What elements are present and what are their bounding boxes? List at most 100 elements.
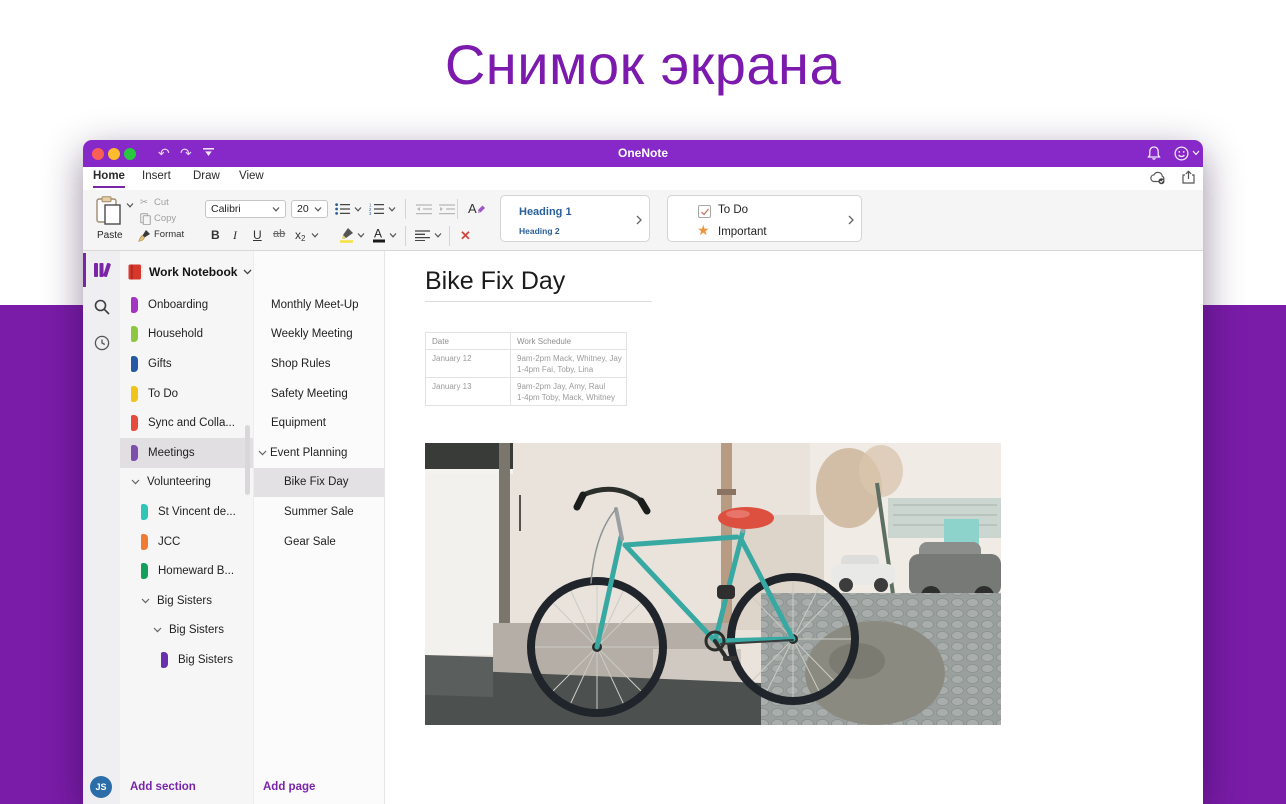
page-item-monthly-meet-up[interactable]: Monthly Meet-Up: [254, 290, 384, 320]
page-item-gear-sale[interactable]: Gear Sale: [254, 527, 384, 557]
recent-clock-icon[interactable]: [94, 335, 110, 351]
schedule-line: 1-4pm Toby, Mack, Whitney: [517, 392, 622, 403]
pages-panel: Monthly Meet-Up Weekly Meeting Shop Rule…: [253, 251, 385, 804]
section-item-gifts[interactable]: Gifts: [120, 349, 253, 379]
cut-button[interactable]: Cut: [154, 197, 169, 208]
strikethrough-button[interactable]: ab: [273, 228, 285, 240]
bold-button[interactable]: B: [211, 228, 220, 242]
bullet-list-icon[interactable]: [335, 203, 350, 215]
style-heading2[interactable]: Heading 2: [519, 226, 560, 236]
style-heading1[interactable]: Heading 1: [519, 206, 572, 218]
styles-more-chevron-icon[interactable]: [636, 215, 642, 225]
section-label: St Vincent de...: [158, 506, 236, 518]
subscript-chevron-icon[interactable]: [311, 233, 319, 238]
paste-button[interactable]: Paste: [97, 230, 123, 241]
page-item-safety-meeting[interactable]: Safety Meeting: [254, 379, 384, 409]
tag-important[interactable]: Important: [718, 226, 767, 238]
section-label: Big Sisters: [157, 595, 212, 607]
numbered-list-chevron-icon[interactable]: [388, 207, 396, 212]
section-color-tab: [141, 534, 148, 550]
page-item-shop-rules[interactable]: Shop Rules: [254, 349, 384, 379]
section-item-to-do[interactable]: To Do: [120, 379, 253, 409]
notebook-switcher[interactable]: Work Notebook: [120, 258, 253, 286]
tab-home[interactable]: Home: [93, 170, 125, 188]
decrease-indent-icon[interactable]: [416, 204, 432, 215]
user-avatar[interactable]: JS: [90, 776, 112, 798]
account-chevron-icon[interactable]: [1192, 150, 1200, 156]
section-item-household[interactable]: Household: [120, 320, 253, 350]
page-item-weekly-meeting[interactable]: Weekly Meeting: [254, 320, 384, 350]
section-item-onboarding[interactable]: Onboarding: [120, 290, 253, 320]
paragraph-chevron-icon[interactable]: [434, 233, 442, 238]
section-label: Sync and Colla...: [148, 417, 235, 429]
ribbon-tab-row: Home Insert Draw View: [83, 167, 1203, 190]
cut-scissors-icon: ✂: [140, 197, 148, 208]
section-group-big-sisters-nested[interactable]: Big Sisters: [120, 616, 253, 646]
font-family-select[interactable]: Calibri: [205, 200, 286, 218]
search-icon[interactable]: [94, 299, 110, 315]
table-cell-date: January 13: [426, 378, 511, 406]
section-item-big-sisters[interactable]: Big Sisters: [120, 645, 253, 675]
paste-chevron-icon[interactable]: [126, 203, 134, 208]
subscript-button[interactable]: x2: [295, 228, 305, 243]
todo-checkbox-icon[interactable]: [698, 205, 711, 218]
tags-more-chevron-icon[interactable]: [848, 215, 854, 225]
section-group-volunteering[interactable]: Volunteering: [120, 468, 253, 498]
font-color-chevron-icon[interactable]: [389, 233, 397, 238]
styles-gallery[interactable]: Heading 1 Heading 2: [500, 195, 650, 242]
tab-draw[interactable]: Draw: [193, 170, 220, 186]
section-item-sync-and-collaborate[interactable]: Sync and Colla...: [120, 408, 253, 438]
paragraph-align-icon[interactable]: [415, 230, 430, 241]
sync-status-icon[interactable]: [1149, 171, 1167, 185]
page-item-equipment[interactable]: Equipment: [254, 408, 384, 438]
section-item-st-vincent[interactable]: St Vincent de...: [120, 497, 253, 527]
font-size-select[interactable]: 20: [291, 200, 328, 218]
tag-todo[interactable]: To Do: [718, 204, 748, 216]
section-group-big-sisters[interactable]: Big Sisters: [120, 586, 253, 616]
bike-photo: [425, 443, 1001, 725]
sections-scrollbar[interactable]: [245, 425, 250, 495]
share-icon[interactable]: [1181, 170, 1196, 185]
section-item-homeward[interactable]: Homeward B...: [120, 556, 253, 586]
section-label: Gifts: [148, 358, 172, 370]
font-family-value: Calibri: [211, 203, 241, 215]
paste-icon[interactable]: [96, 196, 123, 226]
highlighter-icon[interactable]: [339, 227, 355, 243]
subscript-2: 2: [301, 234, 305, 243]
bullet-list-chevron-icon[interactable]: [354, 207, 362, 212]
delete-button[interactable]: ✕: [460, 228, 471, 244]
page-item-summer-sale[interactable]: Summer Sale: [254, 497, 384, 527]
clear-formatting-icon[interactable]: A: [468, 200, 486, 216]
note-canvas[interactable]: Bike Fix Day Date Work Schedule January …: [385, 251, 1203, 804]
tab-view[interactable]: View: [239, 170, 264, 186]
tab-insert[interactable]: Insert: [142, 170, 171, 186]
font-color-icon[interactable]: A: [372, 226, 386, 243]
section-label: Big Sisters: [169, 624, 224, 636]
add-section-button[interactable]: Add section: [130, 781, 196, 793]
increase-indent-icon[interactable]: [439, 204, 455, 215]
highlighter-chevron-icon[interactable]: [357, 233, 365, 238]
page-label: Equipment: [271, 417, 326, 429]
section-item-meetings[interactable]: Meetings: [120, 438, 253, 468]
section-item-jcc[interactable]: JCC: [120, 527, 253, 557]
important-star-icon[interactable]: ★: [697, 222, 710, 239]
italic-button[interactable]: I: [233, 228, 237, 243]
svg-text:A: A: [374, 227, 382, 241]
section-color-tab: [131, 297, 138, 313]
notebooks-icon[interactable]: [93, 260, 112, 279]
section-label: Onboarding: [148, 299, 208, 311]
tags-gallery[interactable]: To Do ★ Important: [667, 195, 862, 242]
schedule-table[interactable]: Date Work Schedule January 12 9am-2pm Ma…: [425, 332, 627, 406]
section-label: Big Sisters: [178, 654, 233, 666]
note-page-title[interactable]: Bike Fix Day: [425, 267, 565, 296]
underline-button[interactable]: U: [253, 228, 262, 242]
add-page-button[interactable]: Add page: [263, 781, 315, 793]
copy-button[interactable]: Copy: [154, 213, 176, 224]
page-label: Safety Meeting: [271, 388, 348, 400]
format-button[interactable]: Format: [154, 229, 184, 240]
page-item-bike-fix-day[interactable]: Bike Fix Day: [254, 468, 384, 498]
numbered-list-icon[interactable]: 123: [369, 203, 384, 215]
account-smiley-icon[interactable]: [1174, 146, 1189, 161]
bell-icon[interactable]: [1147, 146, 1161, 161]
page-group-event-planning[interactable]: Event Planning: [254, 438, 384, 468]
